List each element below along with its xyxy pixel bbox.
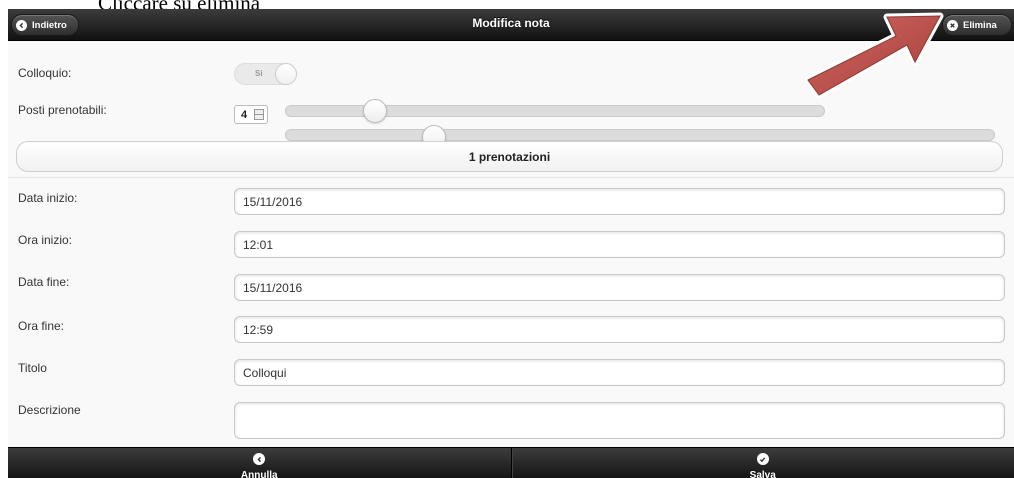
data-fine-field[interactable] [234,274,1005,301]
ora-inizio-label: Ora inizio: [18,233,73,247]
secondary-slider-track[interactable] [285,129,995,141]
descrizione-label: Descrizione [18,403,81,417]
colloquio-toggle-text: Si [255,69,263,78]
posti-number-input[interactable]: 4 [234,105,268,124]
save-button[interactable]: Salva [510,448,1014,478]
check-icon [756,453,769,465]
spinner-icon[interactable] [254,109,264,120]
close-icon [947,19,958,31]
data-inizio-field[interactable] [234,188,1005,215]
footer-bar: Annulla Salva [8,447,1014,478]
prenotazioni-button[interactable]: 1 prenotazioni [16,141,1003,172]
cancel-button-label: Annulla [240,470,278,478]
data-inizio-label: Data inizio: [18,191,78,205]
posti-value: 4 [241,109,248,121]
delete-button-label: Elimina [963,19,997,31]
data-fine-label: Data fine: [18,275,70,289]
toggle-knob[interactable] [275,63,297,85]
ora-fine-label: Ora fine: [18,319,65,333]
colloquio-label: Colloquio: [18,66,72,80]
red-arrow-icon [804,12,944,99]
titolo-label: Titolo [18,361,47,375]
posti-label: Posti prenotabili: [18,103,107,117]
colloquio-toggle[interactable]: Si [234,63,297,85]
delete-button[interactable]: Elimina [942,14,1012,36]
save-button-label: Salva [749,470,776,478]
descrizione-field[interactable] [234,402,1005,439]
ora-inizio-field[interactable] [234,231,1005,258]
cancel-button[interactable]: Annulla [8,448,511,478]
ora-fine-field[interactable] [234,316,1005,343]
divider [8,177,1014,178]
chevron-left-icon [253,453,266,465]
posti-slider-thumb[interactable] [363,99,387,123]
titolo-field[interactable] [234,359,1005,386]
